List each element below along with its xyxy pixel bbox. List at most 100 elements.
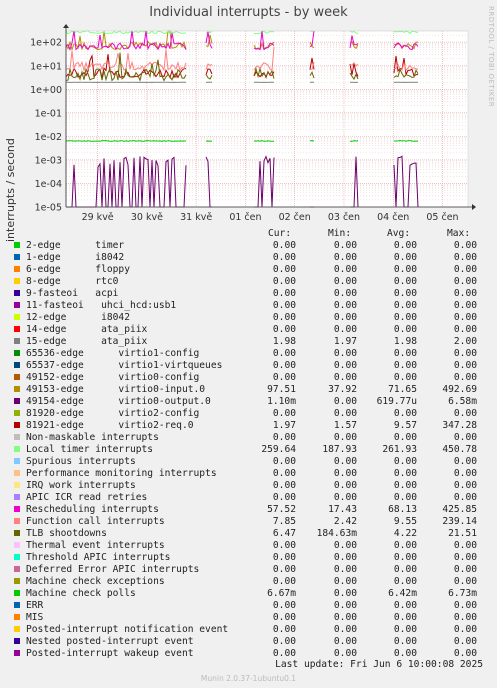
legend-min-value: 0.00 [333, 360, 357, 371]
legend-swatch [14, 590, 20, 596]
legend-avg-value: 9.55 [393, 516, 417, 527]
legend-min-value: 0.00 [333, 372, 357, 383]
legend-swatch [14, 302, 20, 308]
legend-avg-value: 0.00 [393, 240, 417, 251]
legend-min-value: 0.00 [333, 240, 357, 251]
legend-cur-value: 0.00 [272, 372, 296, 383]
legend-label: Posted-interrupt notification event [26, 624, 229, 635]
legend-max-value: 0.00 [453, 348, 477, 359]
legend-max-value: 0.00 [453, 492, 477, 503]
legend-min-value: 0.00 [333, 624, 357, 635]
legend-swatch [14, 482, 20, 488]
legend-swatch [14, 410, 20, 416]
legend-label: 12-edge i8042 [26, 312, 130, 323]
col-min-header: Min: [328, 228, 352, 239]
legend-avg-value: 619.77u [376, 396, 417, 407]
legend-max-value: 0.00 [453, 564, 477, 575]
x-tick-label: 03 čen [328, 212, 360, 223]
legend-cur-value: 0.00 [272, 468, 296, 479]
legend-min-value: 0.00 [333, 588, 357, 599]
legend-avg-value: 0.00 [393, 264, 417, 275]
legend-cur-value: 0.00 [272, 612, 296, 623]
y-tick-label: 1e-03 [35, 155, 62, 166]
legend-avg-value: 1.98 [393, 336, 417, 347]
legend-label: Deferred Error APIC interrupts [26, 564, 200, 575]
legend-avg-value: 4.22 [393, 528, 417, 539]
legend-swatch [14, 530, 20, 536]
legend-min-value: 0.00 [333, 456, 357, 467]
legend-min-value: 0.00 [333, 492, 357, 503]
legend-avg-value: 0.00 [393, 636, 417, 647]
legend-label: Function call interrupts [26, 516, 165, 527]
legend-avg-value: 0.00 [393, 432, 417, 443]
y-tick-label: 1e-05 [35, 203, 62, 214]
legend-cur-value: 0.00 [272, 360, 296, 371]
legend-min-value: 0.00 [333, 312, 357, 323]
x-tick-label: 01 čen [229, 212, 261, 223]
munin-version: Munin 2.0.37-1ubuntu0.1 [200, 674, 297, 683]
legend-max-value: 425.85 [442, 504, 477, 515]
legend-min-value: 0.00 [333, 324, 357, 335]
legend-min-value: 0.00 [333, 480, 357, 491]
legend-min-value: 0.00 [333, 540, 357, 551]
legend-avg-value: 0.00 [393, 648, 417, 659]
legend-label: 11-fasteoi uhci_hcd:usb1 [26, 300, 177, 311]
legend-max-value: 0.00 [453, 372, 477, 383]
legend-min-value: 0.00 [333, 252, 357, 263]
legend-min-value: 1.57 [333, 420, 357, 431]
legend-label: Performance monitoring interrupts [26, 468, 217, 479]
legend-swatch [14, 494, 20, 500]
legend-min-value: 0.00 [333, 576, 357, 587]
y-tick-label: 1e-01 [35, 108, 62, 119]
legend-min-value: 0.00 [333, 408, 357, 419]
series-line-29 [65, 140, 187, 142]
legend-label: APIC ICR read retries [26, 492, 148, 503]
legend-min-value: 0.00 [333, 288, 357, 299]
legend-avg-value: 0.00 [393, 312, 417, 323]
legend-swatch [14, 314, 20, 320]
legend-min-value: 0.00 [333, 612, 357, 623]
legend-swatch [14, 398, 20, 404]
legend-avg-value: 0.00 [393, 576, 417, 587]
legend-label: Local timer interrupts [26, 444, 154, 455]
legend-max-value: 0.00 [453, 360, 477, 371]
legend-min-value: 0.00 [333, 300, 357, 311]
legend-max-value: 0.00 [453, 552, 477, 563]
legend-avg-value: 0.00 [393, 612, 417, 623]
legend-avg-value: 9.57 [393, 420, 417, 431]
legend-label: 1-edge i8042 [26, 252, 125, 263]
legend-max-value: 21.51 [448, 528, 477, 539]
legend-avg-value: 0.00 [393, 456, 417, 467]
legend-label: TLB shootdowns [26, 528, 107, 539]
legend-swatch [14, 422, 20, 428]
legend-cur-value: 0.00 [272, 288, 296, 299]
legend-min-value: 0.00 [333, 432, 357, 443]
x-tick-label: 04 čen [377, 212, 409, 223]
legend-cur-value: 0.00 [272, 276, 296, 287]
legend-avg-value: 0.00 [393, 492, 417, 503]
legend-cur-value: 0.00 [272, 312, 296, 323]
legend-max-value: 6.58m [448, 396, 477, 407]
legend-label: ERR [26, 600, 44, 611]
legend-label: 6-edge floppy [26, 264, 130, 275]
legend-avg-value: 0.00 [393, 372, 417, 383]
legend-label: 81921-edge virtio2-req.0 [26, 420, 194, 431]
legend-label: 49153-edge virtio0-input.0 [26, 384, 206, 395]
legend-swatch [14, 638, 20, 644]
legend-cur-value: 1.10m [267, 396, 296, 407]
legend-swatch [14, 542, 20, 548]
legend-max-value: 0.00 [453, 300, 477, 311]
legend-swatch [14, 278, 20, 284]
legend-avg-value: 0.00 [393, 300, 417, 311]
y-tick-label: 1e+01 [30, 61, 62, 72]
legend-swatch [14, 626, 20, 632]
legend-avg-value: 6.42m [388, 588, 417, 599]
legend-avg-value: 0.00 [393, 252, 417, 263]
legend-max-value: 0.00 [453, 288, 477, 299]
legend-avg-value: 0.00 [393, 348, 417, 359]
legend-avg-value: 0.00 [393, 564, 417, 575]
legend-avg-value: 0.00 [393, 624, 417, 635]
legend-avg-value: 68.13 [388, 504, 417, 515]
legend-min-value: 0.00 [333, 264, 357, 275]
legend-swatch [14, 290, 20, 296]
